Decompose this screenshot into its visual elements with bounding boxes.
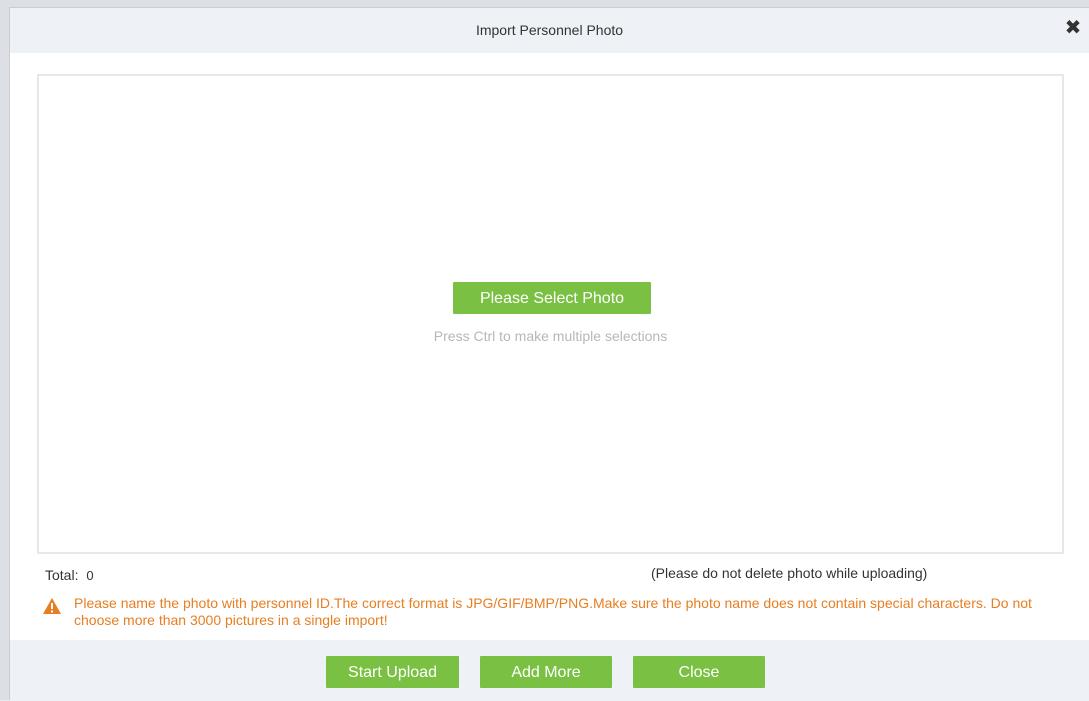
warning-triangle-icon xyxy=(43,598,61,614)
import-photo-dialog: Import Personnel Photo ✖ Please Select P… xyxy=(9,7,1089,701)
dialog-titlebar: Import Personnel Photo ✖ xyxy=(10,8,1089,53)
close-icon[interactable]: ✖ xyxy=(1063,17,1083,39)
dialog-footer: Start Upload Add More Close xyxy=(10,640,1089,701)
select-photo-button[interactable]: Please Select Photo xyxy=(453,282,651,314)
uploading-note: (Please do not delete photo while upload… xyxy=(651,565,928,581)
total-value: 0 xyxy=(86,568,94,583)
dialog-title: Import Personnel Photo xyxy=(475,22,624,38)
total-count: Total: 0 xyxy=(45,567,94,583)
total-label: Total: xyxy=(45,567,79,583)
multi-select-hint: Press Ctrl to make multiple selections xyxy=(433,328,668,344)
warning-text: Please name the photo with personnel ID.… xyxy=(74,595,1032,628)
add-more-button[interactable]: Add More xyxy=(480,656,612,688)
start-upload-button[interactable]: Start Upload xyxy=(326,656,459,688)
close-button[interactable]: Close xyxy=(633,656,765,688)
photo-drop-area[interactable]: Please Select Photo Press Ctrl to make m… xyxy=(37,74,1064,554)
